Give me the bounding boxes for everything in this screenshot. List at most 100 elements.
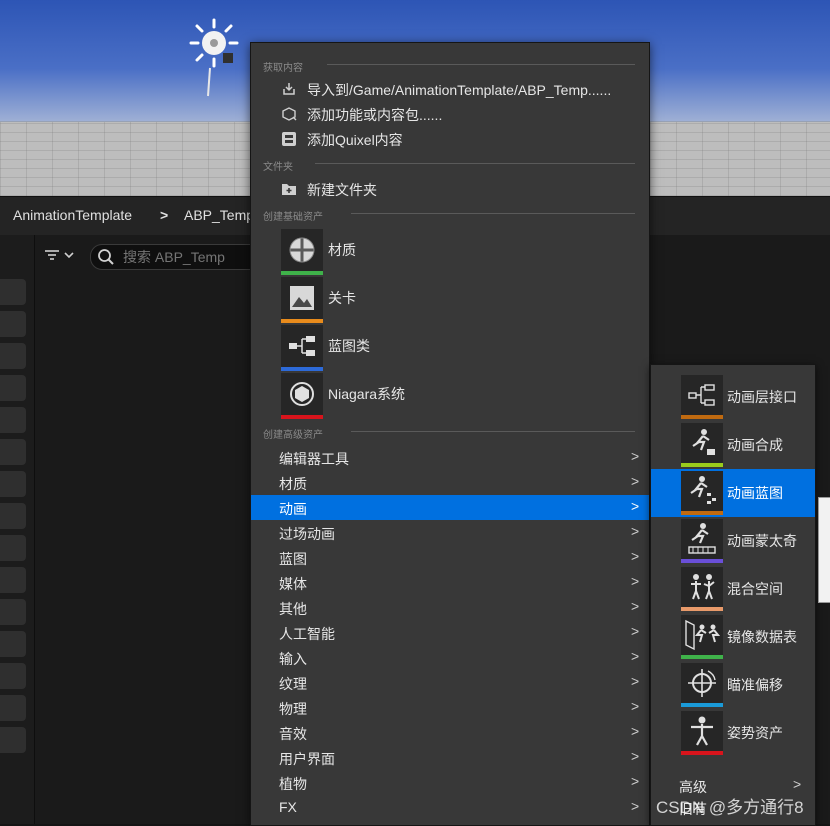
- submenu-asset-anim-blueprint[interactable]: 动画蓝图: [651, 469, 815, 517]
- collapsed-folder-item[interactable]: [0, 343, 26, 369]
- collapsed-folder-item[interactable]: [0, 279, 26, 305]
- asset-type-color-bar: [681, 559, 723, 563]
- submenu-item-sounds[interactable]: 音效 >: [251, 720, 649, 745]
- menu-item-add-quixel[interactable]: 添加Quixel内容: [251, 127, 649, 151]
- collapsed-folder-item[interactable]: [0, 567, 26, 593]
- submenu-asset-mirror-data-table[interactable]: 镜像数据表: [651, 613, 815, 661]
- submenu-item-editor-tools[interactable]: 编辑器工具 >: [251, 445, 649, 470]
- anim-montage-icon: [681, 519, 723, 559]
- mirror-table-icon: [681, 615, 723, 655]
- submenu-item-animation[interactable]: 动画 >: [251, 495, 649, 520]
- menu-item-add-feature-pack[interactable]: 添加功能或内容包......: [251, 102, 649, 126]
- submenu-item-label: FX: [279, 799, 297, 815]
- submenu-asset-blend-space[interactable]: 混合空间: [651, 565, 815, 613]
- chevron-right-icon: >: [631, 723, 640, 739]
- submenu-item-label: 物理: [279, 701, 307, 717]
- pose-asset-icon: [681, 711, 723, 751]
- submenu-item-media[interactable]: 媒体 >: [251, 570, 649, 595]
- aim-offset-icon: [681, 663, 723, 703]
- submenu-item-cinematics[interactable]: 过场动画 >: [251, 520, 649, 545]
- asset-item-niagara-system[interactable]: Niagara系统: [251, 371, 649, 419]
- collapsed-folder-item[interactable]: [0, 727, 26, 753]
- import-icon: [281, 81, 297, 97]
- asset-type-color-bar: [681, 751, 723, 755]
- sources-panel-strip: [0, 235, 35, 824]
- niagara-icon: [281, 373, 323, 415]
- submenu-item-fx[interactable]: FX >: [251, 795, 649, 820]
- animation-submenu: 动画层接口 动画合成 动画蓝图 动画蒙太奇 混合空间 镜像数据表 瞄准偏移 姿势…: [650, 364, 816, 826]
- asset-type-color-bar: [681, 703, 723, 707]
- submenu-asset-label: 姿势资产: [727, 725, 783, 741]
- submenu-item-misc[interactable]: 其他 >: [251, 595, 649, 620]
- submenu-asset-pose-asset[interactable]: 姿势资产: [651, 709, 815, 757]
- asset-type-color-bar: [681, 415, 723, 419]
- collapsed-folder-item[interactable]: [0, 375, 26, 401]
- anim-layer-interface-icon: [681, 375, 723, 415]
- submenu-item-label: 纹理: [279, 676, 307, 692]
- feature-pack-icon: [281, 106, 297, 122]
- asset-item-blueprint-class[interactable]: 蓝图类: [251, 323, 649, 371]
- chevron-right-icon: >: [631, 773, 640, 789]
- breadcrumb-item-animationtemplate[interactable]: AnimationTemplate: [13, 207, 132, 223]
- submenu-item-blueprint[interactable]: 蓝图 >: [251, 545, 649, 570]
- section-header-basic-assets: 创建基础资产: [263, 212, 323, 223]
- content-browser-context-menu: 获取内容 导入到/Game/AnimationTemplate/ABP_Temp…: [250, 42, 650, 826]
- submenu-asset-label: 动画蓝图: [727, 485, 783, 501]
- quixel-icon: [281, 131, 297, 147]
- collapsed-folder-item[interactable]: [0, 471, 26, 497]
- collapsed-folder-item[interactable]: [0, 311, 26, 337]
- menu-item-import[interactable]: 导入到/Game/AnimationTemplate/ABP_Temp.....…: [251, 77, 649, 101]
- submenu-item-label: 音效: [279, 726, 307, 742]
- submenu-item-label: 人工智能: [279, 626, 335, 642]
- asset-item-level[interactable]: 关卡: [251, 275, 649, 323]
- search-input[interactable]: [121, 248, 255, 266]
- tooltip-panel-edge: [818, 497, 830, 603]
- menu-item-label: 添加功能或内容包......: [307, 107, 443, 123]
- search-box[interactable]: [90, 244, 262, 270]
- chevron-right-icon: >: [631, 523, 640, 539]
- submenu-asset-anim-montage[interactable]: 动画蒙太奇: [651, 517, 815, 565]
- asset-type-color-bar: [681, 655, 723, 659]
- anim-blueprint-icon: [681, 471, 723, 511]
- submenu-item-label: 输入: [279, 651, 307, 667]
- collapsed-folder-item[interactable]: [0, 599, 26, 625]
- section-divider: [351, 213, 635, 214]
- collapsed-folder-item[interactable]: [0, 535, 26, 561]
- level-icon: [281, 277, 323, 319]
- menu-item-label: 导入到/Game/AnimationTemplate/ABP_Temp.....…: [307, 82, 612, 98]
- asset-item-material[interactable]: 材质: [251, 227, 649, 275]
- menu-item-new-folder[interactable]: 新建文件夹: [251, 177, 649, 201]
- submenu-item-foliage[interactable]: 植物 >: [251, 770, 649, 795]
- asset-type-color-bar: [281, 415, 323, 419]
- asset-item-label: 蓝图类: [328, 338, 370, 354]
- submenu-item-user-interface[interactable]: 用户界面 >: [251, 745, 649, 770]
- filter-dropdown-button[interactable]: [44, 248, 76, 262]
- submenu-asset-label: 镜像数据表: [727, 629, 797, 645]
- submenu-item-textures[interactable]: 纹理 >: [251, 670, 649, 695]
- submenu-item-input[interactable]: 输入 >: [251, 645, 649, 670]
- asset-item-label: Niagara系统: [328, 386, 406, 402]
- chevron-right-icon: >: [631, 748, 640, 764]
- submenu-item-label: 动画: [279, 501, 307, 517]
- submenu-item-label: 植物: [279, 776, 307, 792]
- submenu-asset-label: 动画层接口: [727, 389, 797, 405]
- chevron-right-icon: >: [631, 798, 640, 814]
- submenu-item-label: 过场动画: [279, 526, 335, 542]
- breadcrumb-item-abp-temp[interactable]: ABP_Temp: [184, 207, 254, 223]
- collapsed-folder-item[interactable]: [0, 407, 26, 433]
- submenu-asset-aim-offset[interactable]: 瞄准偏移: [651, 661, 815, 709]
- submenu-asset-anim-composite[interactable]: 动画合成: [651, 421, 815, 469]
- submenu-asset-label: 动画蒙太奇: [727, 533, 797, 549]
- submenu-item-ai[interactable]: 人工智能 >: [251, 620, 649, 645]
- collapsed-folder-item[interactable]: [0, 631, 26, 657]
- directional-light-icon[interactable]: [188, 18, 240, 98]
- collapsed-folder-item[interactable]: [0, 439, 26, 465]
- submenu-item-label: 蓝图: [279, 551, 307, 567]
- submenu-item-physics[interactable]: 物理 >: [251, 695, 649, 720]
- submenu-asset-anim-layer-interface[interactable]: 动画层接口: [651, 373, 815, 421]
- submenu-item-materials[interactable]: 材质 >: [251, 470, 649, 495]
- collapsed-folder-item[interactable]: [0, 663, 26, 689]
- collapsed-folder-item[interactable]: [0, 695, 26, 721]
- new-folder-icon: [281, 181, 297, 197]
- collapsed-folder-item[interactable]: [0, 503, 26, 529]
